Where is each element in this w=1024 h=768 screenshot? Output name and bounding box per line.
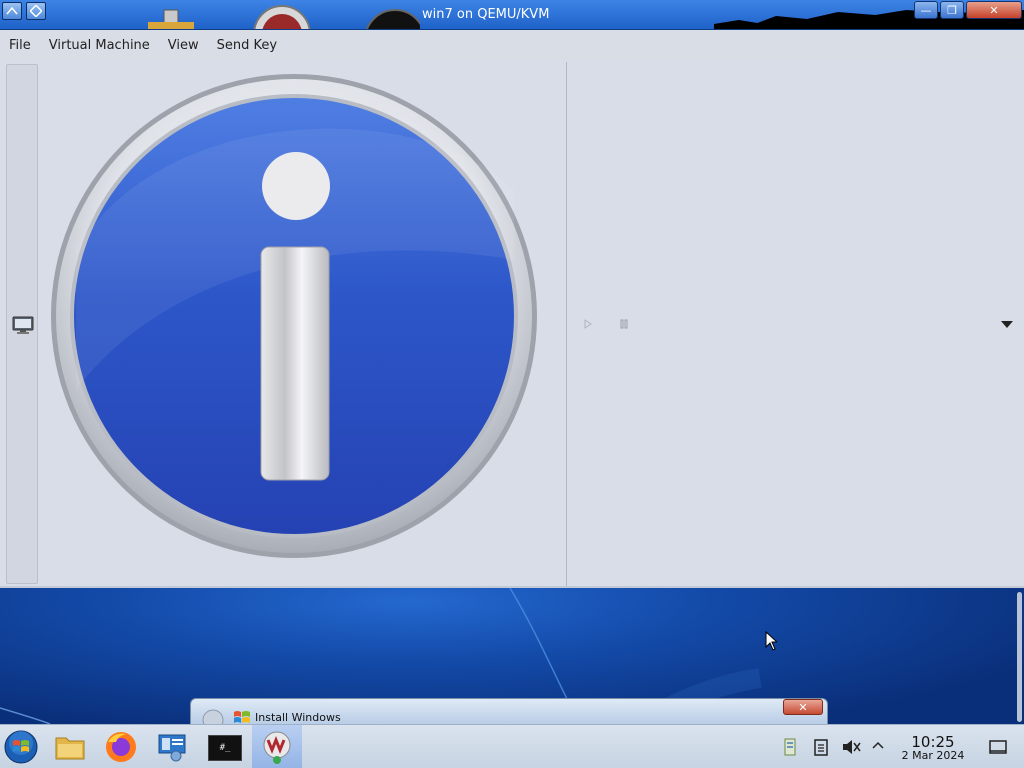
window-options-button[interactable] (26, 2, 46, 20)
menu-bar: File Virtual Machine View Send Key (0, 30, 1024, 60)
clock-date[interactable]: 2 Mar 2024 (893, 749, 973, 762)
menu-virtual-machine[interactable]: Virtual Machine (40, 38, 159, 53)
close-icon: ✕ (989, 3, 999, 17)
chevron-up-icon[interactable] (871, 740, 885, 750)
close-icon: ✕ (798, 700, 808, 714)
background-decoration (148, 5, 420, 29)
desktop-scrollbar[interactable] (1017, 592, 1022, 722)
network-icon[interactable] (156, 730, 190, 764)
minimize-button[interactable]: — (914, 1, 938, 19)
mouse-cursor-icon (765, 631, 777, 651)
minimize-icon: — (920, 3, 932, 17)
window-title: win7 on QEMU/KVM (422, 7, 550, 22)
monitor-icon[interactable] (12, 315, 34, 335)
info-icon (51, 74, 537, 558)
start-orb-icon[interactable] (4, 730, 38, 764)
virt-manager-icon[interactable] (260, 730, 294, 764)
pane-divider[interactable] (566, 62, 567, 586)
terminal-icon[interactable]: #_ (208, 735, 242, 761)
install-windows-title: Install Windows (255, 711, 341, 724)
maximize-icon: ❐ (947, 3, 957, 17)
folder-icon[interactable] (53, 730, 87, 764)
taskbar: #_ 10:25 2 Mar 2024 (0, 724, 1024, 768)
close-button[interactable]: ✕ (966, 1, 1022, 19)
window-menu-button[interactable] (2, 2, 22, 20)
side-panel[interactable] (6, 64, 38, 584)
firefox-icon[interactable] (104, 730, 138, 764)
usb-tray-icon[interactable] (781, 737, 799, 757)
volume-muted-icon[interactable] (841, 738, 861, 756)
diamond-icon (30, 5, 42, 17)
show-desktop-icon[interactable] (988, 738, 1008, 756)
clipboard-icon[interactable] (812, 738, 830, 756)
menu-file[interactable]: File (0, 38, 40, 53)
window-title-bar[interactable]: win7 on QEMU/KVM — ❐ ✕ (0, 0, 1024, 30)
dropdown-icon[interactable] (1000, 319, 1014, 329)
pause-icon[interactable] (619, 318, 629, 330)
window-menu-icon (6, 6, 18, 15)
terminal-label: #_ (219, 743, 231, 753)
play-icon[interactable] (583, 318, 593, 330)
viewer-area (0, 60, 1024, 588)
install-windows-dialog[interactable]: Install Windows ✕ (190, 698, 828, 726)
maximize-button[interactable]: ❐ (940, 1, 964, 19)
menu-view[interactable]: View (159, 38, 208, 53)
menu-send-key[interactable]: Send Key (208, 38, 286, 53)
windows-flag-icon (234, 711, 250, 723)
install-close-button[interactable]: ✕ (783, 699, 823, 715)
